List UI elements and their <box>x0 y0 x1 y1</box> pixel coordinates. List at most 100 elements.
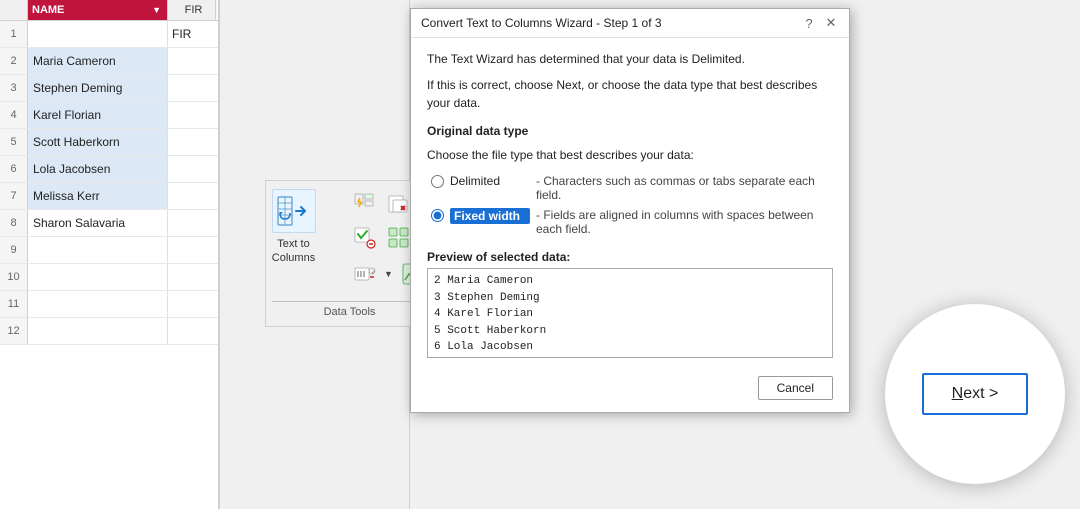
radio-delimited-label: Delimited <box>450 174 530 188</box>
fir-cell <box>168 183 216 209</box>
spreadsheet-rows: 1 FIR 2 Maria Cameron 3 Stephen Deming 4… <box>0 21 218 345</box>
fir-cell <box>168 318 216 344</box>
table-row: 9 <box>0 237 218 264</box>
next-label-rest: ext > <box>963 385 998 402</box>
fir-cell <box>168 156 216 182</box>
radio-fixed-width-desc: - Fields are aligned in columns with spa… <box>536 208 833 236</box>
radio-group: Delimited - Characters such as commas or… <box>427 174 833 236</box>
fir-cell <box>168 210 216 236</box>
preview-line: 6 Lola Jacobsen <box>434 339 826 356</box>
fir-column-header: FIR <box>168 0 216 20</box>
ribbon-data-tools: Text toColumns <box>265 180 435 327</box>
table-row: 6 Lola Jacobsen <box>0 156 218 183</box>
row-num-cell: 2 <box>0 48 28 74</box>
cancel-button[interactable]: Cancel <box>758 376 833 400</box>
dropdown-chevron[interactable]: ▼ <box>384 259 394 289</box>
table-row: 11 <box>0 291 218 318</box>
row-num-header <box>0 0 28 20</box>
fir-cell <box>168 237 216 263</box>
flash-fill-button[interactable] <box>350 189 380 219</box>
data-validation-icon <box>353 226 377 250</box>
fir-cell <box>168 48 216 74</box>
what-if-button[interactable]: ✓ <box>350 259 380 289</box>
radio-fixed-width[interactable] <box>431 209 444 222</box>
table-row: 2 Maria Cameron <box>0 48 218 75</box>
row-num-cell: 3 <box>0 75 28 101</box>
dialog-title: Convert Text to Columns Wizard - Step 1 … <box>421 16 662 30</box>
close-button[interactable]: ✕ <box>823 15 839 31</box>
row-num-cell: 8 <box>0 210 28 236</box>
preview-box: 2 Maria Cameron3 Stephen Deming4 Karel F… <box>427 268 833 358</box>
ribbon-section-label: Data Tools <box>272 301 428 318</box>
row-num-cell: 9 <box>0 237 28 263</box>
name-cell[interactable]: Maria Cameron <box>28 48 168 74</box>
radio-delimited-desc: - Characters such as commas or tabs sepa… <box>536 174 833 202</box>
name-col-label: NAME <box>32 4 64 16</box>
preview-label: Preview of selected data: <box>427 250 833 264</box>
flash-fill-icon <box>353 192 377 216</box>
consolidate-button[interactable] <box>384 223 414 253</box>
row-num-cell: 11 <box>0 291 28 317</box>
name-cell[interactable] <box>28 318 168 344</box>
spreadsheet: NAME ▼ FIR 1 FIR 2 Maria Cameron 3 Steph… <box>0 0 220 509</box>
fir-cell <box>168 102 216 128</box>
name-cell[interactable] <box>28 264 168 290</box>
row-num-cell: 7 <box>0 183 28 209</box>
name-cell[interactable]: Stephen Deming <box>28 75 168 101</box>
fir-cell <box>168 75 216 101</box>
name-cell[interactable] <box>28 21 168 47</box>
preview-line: 4 Karel Florian <box>434 306 826 323</box>
data-validation-button[interactable] <box>350 223 380 253</box>
table-row: 3 Stephen Deming <box>0 75 218 102</box>
name-cell[interactable]: Sharon Salavaria <box>28 210 168 236</box>
next-button-highlight: Next > <box>880 299 1070 489</box>
table-row: 10 <box>0 264 218 291</box>
what-if-icon: ✓ <box>353 262 377 286</box>
table-row: 1 FIR <box>0 21 218 48</box>
dialog-container: Convert Text to Columns Wizard - Step 1 … <box>410 8 850 413</box>
help-button[interactable]: ? <box>801 15 817 31</box>
next-label-underline: N <box>952 385 964 402</box>
dialog-controls: ? ✕ <box>801 15 839 31</box>
name-cell[interactable]: Scott Haberkorn <box>28 129 168 155</box>
row-num-cell: 6 <box>0 156 28 182</box>
spreadsheet-header: NAME ▼ FIR <box>0 0 218 21</box>
radio-delimited-row: Delimited - Characters such as commas or… <box>431 174 833 202</box>
original-data-type-label: Original data type <box>427 124 833 138</box>
radio-fixed-width-row: Fixed width - Fields are aligned in colu… <box>431 208 833 236</box>
name-cell[interactable] <box>28 291 168 317</box>
fir-cell <box>168 264 216 290</box>
name-cell[interactable] <box>28 237 168 263</box>
consolidate-icon <box>387 226 411 250</box>
radio-fixed-width-label: Fixed width <box>450 208 530 224</box>
preview-line: 2 Maria Cameron <box>434 273 826 290</box>
preview-section: Preview of selected data: 2 Maria Camero… <box>427 250 833 358</box>
dialog-desc1: The Text Wizard has determined that your… <box>427 50 833 68</box>
name-column-header[interactable]: NAME ▼ <box>28 0 168 20</box>
name-cell[interactable]: Lola Jacobsen <box>28 156 168 182</box>
row-num-cell: 4 <box>0 102 28 128</box>
name-cell[interactable]: Melissa Kerr <box>28 183 168 209</box>
name-cell[interactable]: Karel Florian <box>28 102 168 128</box>
text-to-columns-button[interactable]: Text toColumns <box>272 189 316 266</box>
convert-text-columns-dialog: Convert Text to Columns Wizard - Step 1 … <box>410 8 850 413</box>
row-num-cell: 5 <box>0 129 28 155</box>
table-row: 7 Melissa Kerr <box>0 183 218 210</box>
table-row: 4 Karel Florian <box>0 102 218 129</box>
svg-text:✓: ✓ <box>371 270 376 276</box>
preview-line: 5 Scott Haberkorn <box>434 323 826 340</box>
table-row: 5 Scott Haberkorn <box>0 129 218 156</box>
preview-line: 3 Stephen Deming <box>434 290 826 307</box>
table-row: 8 Sharon Salavaria <box>0 210 218 237</box>
remove-duplicates-button[interactable] <box>384 189 414 219</box>
dialog-desc2: If this is correct, choose Next, or choo… <box>427 76 833 112</box>
text-to-columns-icon <box>276 193 312 229</box>
next-button[interactable]: Next > <box>922 373 1029 415</box>
remove-duplicates-icon <box>387 192 411 216</box>
preview-line: 7 Melissa Kerr <box>434 356 826 359</box>
radio-delimited[interactable] <box>431 175 444 188</box>
dialog-titlebar: Convert Text to Columns Wizard - Step 1 … <box>411 9 849 38</box>
dropdown-arrow-icon[interactable]: ▼ <box>150 3 163 17</box>
fir-cell: FIR <box>168 21 216 47</box>
text-to-columns-label: Text toColumns <box>272 237 315 266</box>
